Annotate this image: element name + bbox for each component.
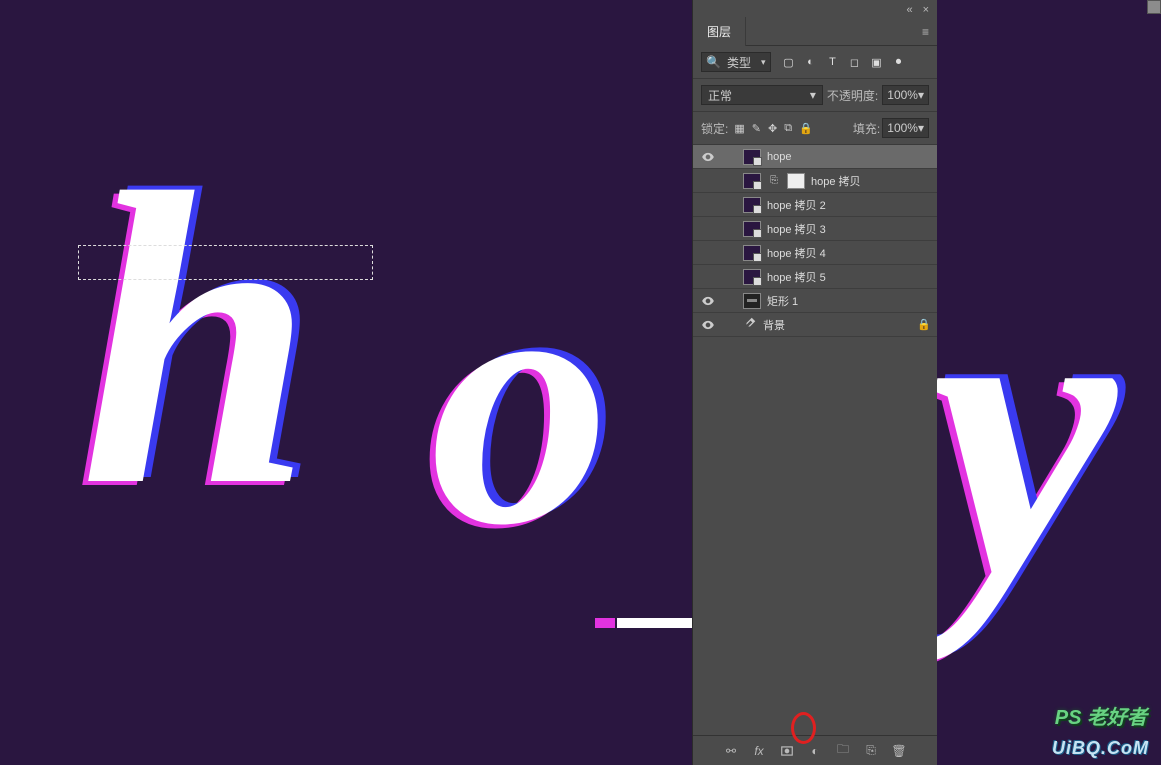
filter-pixel-icon[interactable]: ▢: [781, 54, 797, 70]
layer-row[interactable]: ⎘ hope 拷贝: [693, 169, 937, 193]
corner-tab[interactable]: [1147, 0, 1161, 14]
layer-thumb[interactable]: [743, 149, 761, 165]
layer-mask-thumb[interactable]: [787, 173, 805, 189]
visibility-toggle[interactable]: [699, 196, 717, 214]
chevron-down-icon: ▾: [761, 57, 766, 68]
selection-marquee[interactable]: [78, 245, 373, 280]
add-mask-button[interactable]: [779, 743, 795, 759]
layer-name[interactable]: hope 拷贝 2: [767, 197, 826, 213]
panel-menu-icon[interactable]: ≡: [914, 21, 937, 43]
search-icon: 🔍: [706, 55, 721, 69]
tab-layers[interactable]: 图层: [693, 17, 746, 46]
lock-paint-icon[interactable]: ✎: [752, 122, 761, 135]
link-icon[interactable]: ⎘: [767, 174, 781, 188]
lock-row: 锁定: ▦ ✎ ✥ ⧉ 🔒 填充: 100% ▾: [693, 112, 937, 145]
blend-row: 正常 ▾ 不透明度: 100% ▾: [693, 79, 937, 112]
visibility-toggle[interactable]: [699, 148, 717, 166]
chevron-down-icon: ▾: [918, 121, 924, 135]
new-layer-button[interactable]: ⎘: [863, 743, 879, 759]
panel-tabs: 图层 ≡: [693, 18, 937, 46]
opacity-label: 不透明度:: [827, 87, 878, 104]
layer-name[interactable]: 矩形 1: [767, 293, 798, 309]
layer-thumb[interactable]: [743, 197, 761, 213]
layer-row[interactable]: hope 拷贝 3: [693, 217, 937, 241]
layer-thumb[interactable]: [743, 221, 761, 237]
opacity-value: 100%: [887, 88, 918, 102]
link-layers-button[interactable]: ⚯: [723, 743, 739, 759]
layer-name[interactable]: hope: [767, 151, 791, 163]
lock-icon: 🔒: [917, 318, 931, 331]
lock-transparent-icon[interactable]: ▦: [734, 122, 744, 135]
fill-value: 100%: [887, 121, 918, 135]
fill-input[interactable]: 100% ▾: [882, 118, 929, 138]
layer-name[interactable]: hope 拷贝 3: [767, 221, 826, 237]
panel-footer: ⚯ fx ◐ 🗀 ⎘ 🗑: [693, 735, 937, 765]
canvas[interactable]: hhh ooo yyy: [0, 0, 1161, 765]
layer-row[interactable]: hope 拷贝 2: [693, 193, 937, 217]
fill-label: 填充:: [853, 120, 880, 137]
filter-smart-icon[interactable]: ▣: [869, 54, 885, 70]
lock-position-icon[interactable]: ✥: [768, 122, 777, 135]
lock-label: 锁定:: [701, 120, 728, 137]
visibility-toggle[interactable]: [699, 172, 717, 190]
blend-mode-dropdown[interactable]: 正常 ▾: [701, 85, 823, 105]
visibility-toggle[interactable]: [699, 316, 717, 334]
visibility-toggle[interactable]: [699, 244, 717, 262]
visibility-toggle[interactable]: [699, 268, 717, 286]
filter-shape-icon[interactable]: ◻: [847, 54, 863, 70]
filter-toggle[interactable]: ⏺: [891, 54, 907, 70]
new-adjustment-button[interactable]: ◐: [807, 743, 823, 759]
art-underline-white: [617, 618, 692, 628]
layer-thumb[interactable]: [743, 173, 761, 189]
new-group-button[interactable]: 🗀: [835, 743, 851, 759]
filter-kind-label: 类型: [727, 54, 751, 71]
layer-name[interactable]: 背景: [763, 317, 785, 333]
chevron-down-icon: ▾: [810, 88, 816, 102]
chevron-down-icon: ▾: [918, 88, 924, 102]
layers-panel: « × 图层 ≡ 🔍 类型 ▾ ▢ ◐ T ◻ ▣ ⏺ 正常 ▾ 不透明度: 1…: [692, 0, 937, 765]
layer-name[interactable]: hope 拷贝: [811, 173, 861, 189]
visibility-toggle[interactable]: [699, 292, 717, 310]
delete-layer-button[interactable]: 🗑: [891, 743, 907, 759]
filter-adjust-icon[interactable]: ◐: [803, 54, 819, 70]
layer-name[interactable]: hope 拷贝 5: [767, 269, 826, 285]
watermark-url: UiBQ.CoM: [1052, 738, 1149, 759]
layer-thumb[interactable]: [743, 245, 761, 261]
filter-row: 🔍 类型 ▾ ▢ ◐ T ◻ ▣ ⏺: [693, 46, 937, 79]
layer-thumb[interactable]: [743, 269, 761, 285]
layer-row[interactable]: hope: [693, 145, 937, 169]
watermark-text: PS 老好者: [1055, 701, 1147, 730]
panel-collapse-icon[interactable]: «: [906, 4, 912, 16]
lock-artboard-icon[interactable]: ⧉: [784, 122, 792, 135]
blend-mode-value: 正常: [708, 87, 732, 104]
fx-button[interactable]: fx: [751, 743, 767, 759]
layer-thumb[interactable]: [743, 293, 761, 309]
opacity-input[interactable]: 100% ▾: [882, 85, 929, 105]
art-underline-magenta: [595, 618, 615, 628]
layer-row[interactable]: hope 拷贝 4: [693, 241, 937, 265]
layer-row[interactable]: 背景 🔒: [693, 313, 937, 337]
panel-close-icon[interactable]: ×: [923, 4, 929, 16]
brush-icon: [743, 316, 757, 333]
filter-text-icon[interactable]: T: [825, 54, 841, 70]
lock-all-icon[interactable]: 🔒: [799, 122, 813, 135]
layer-row[interactable]: hope 拷贝 5: [693, 265, 937, 289]
layer-list: hope ⎘ hope 拷贝 hope 拷贝 2 hope 拷贝 3: [693, 145, 937, 735]
layer-name[interactable]: hope 拷贝 4: [767, 245, 826, 261]
filter-kind-dropdown[interactable]: 🔍 类型 ▾: [701, 52, 771, 72]
visibility-toggle[interactable]: [699, 220, 717, 238]
layer-row[interactable]: 矩形 1: [693, 289, 937, 313]
